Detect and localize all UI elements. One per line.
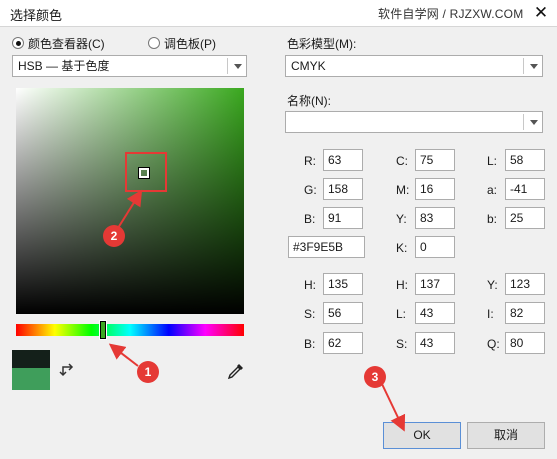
annotation-badge-2: 2 <box>103 225 125 247</box>
annotation-arrows <box>108 189 406 432</box>
annotation-badge-3: 3 <box>364 366 386 388</box>
annotation-arrow-3 <box>381 383 406 432</box>
annotation-badge-1: 1 <box>137 361 159 383</box>
annotation-arrow-2 <box>117 189 143 229</box>
annotation-arrow-1 <box>108 343 139 367</box>
